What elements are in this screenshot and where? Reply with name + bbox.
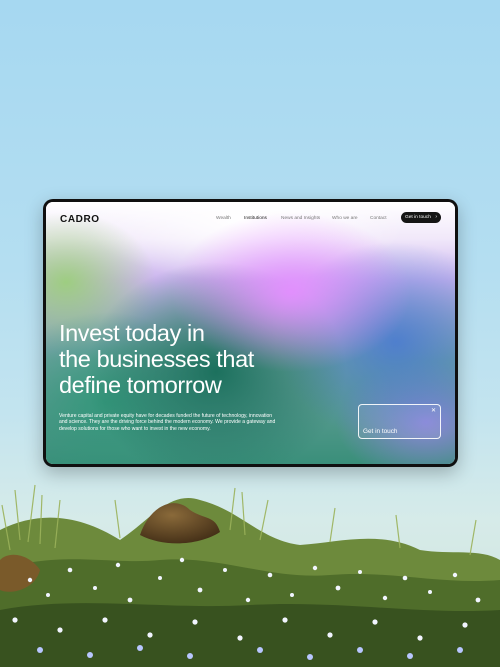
background-scene: CADRO Wealth Institutions News and Insig… [0,0,500,667]
meadow-illustration [0,484,500,667]
headline-line-3: define tomorrow [59,372,222,398]
nav-item-institutions[interactable]: Institutions [244,216,267,221]
headline-line-2: the businesses that [59,346,254,372]
close-icon[interactable]: ✕ [431,407,436,414]
nav-item-contact[interactable]: Contact [370,216,387,221]
nav-item-news-and-insights[interactable]: News and Insights [281,216,320,221]
hero-headline: Invest today in the businesses that defi… [59,320,319,398]
chevron-right-icon: › [435,214,437,220]
get-in-touch-label: Get in touch [405,215,431,220]
headline-line-1: Invest today in [59,320,205,346]
contact-card[interactable]: ✕ Get in touch [358,404,441,439]
hero-description: Venture capital and private equity have … [59,413,276,432]
website-screen: CADRO Wealth Institutions News and Insig… [46,202,455,464]
device-frame: CADRO Wealth Institutions News and Insig… [43,199,458,467]
nav-item-who-we-are[interactable]: Who we are [332,216,358,221]
brand-logo[interactable]: CADRO [60,214,100,225]
contact-card-label: Get in touch [363,428,398,435]
get-in-touch-button[interactable]: Get in touch › [401,212,441,223]
nav-item-wealth[interactable]: Wealth [216,216,231,221]
top-navigation: CADRO Wealth Institutions News and Insig… [46,202,455,236]
